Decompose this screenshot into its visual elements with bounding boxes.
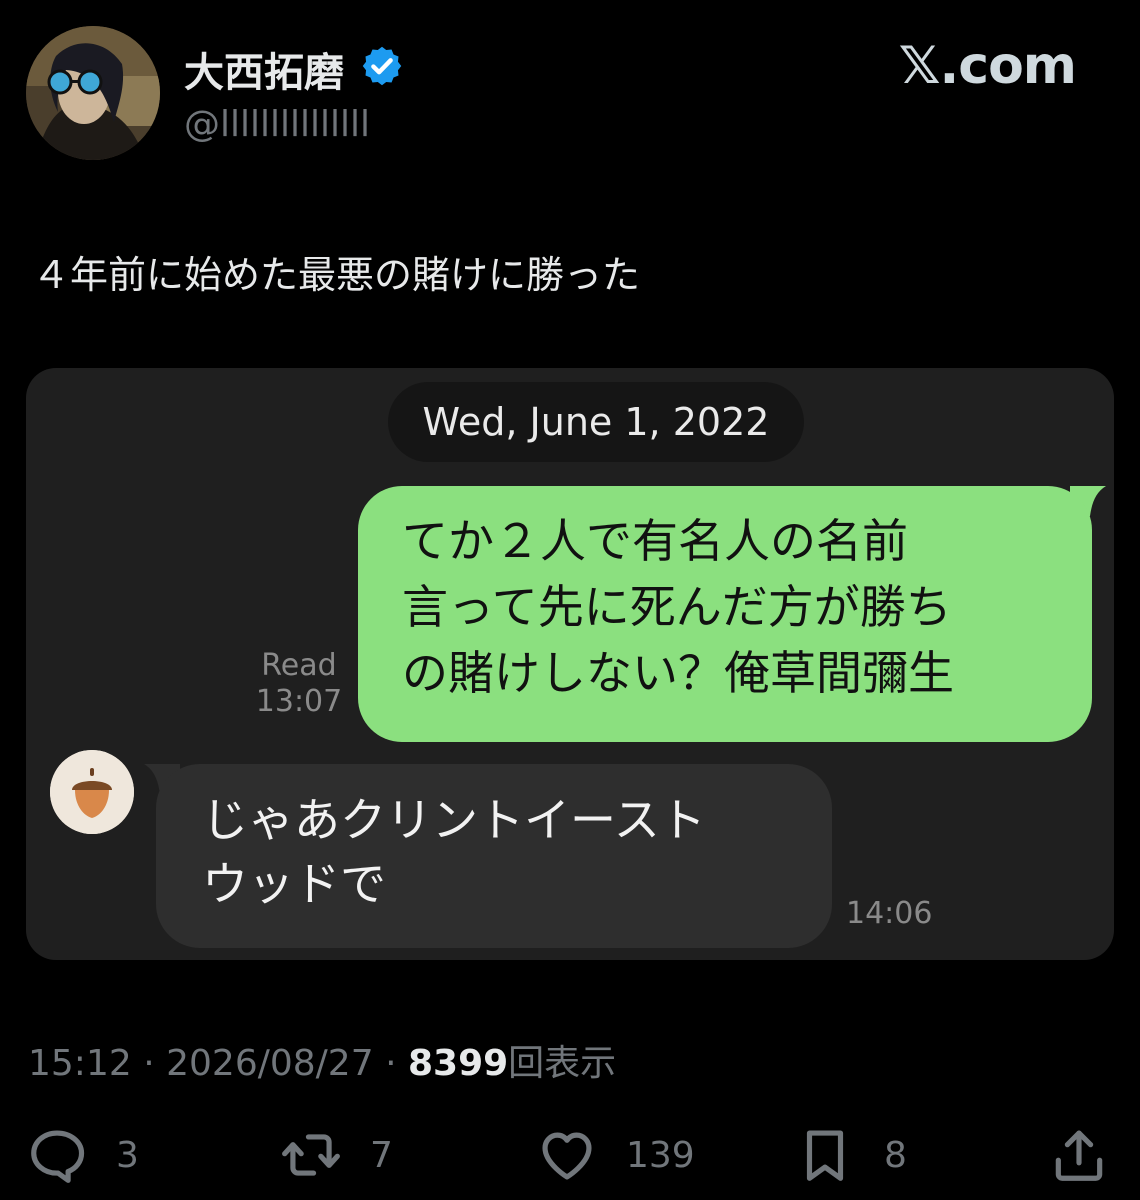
incoming-message-line: じゃあクリントイースト [202, 793, 706, 847]
avatar-photo [26, 26, 160, 160]
contact-avatar [50, 750, 134, 834]
reply-button[interactable]: 3 [26, 1120, 139, 1190]
read-label: Read [261, 648, 337, 683]
acorn-icon [50, 750, 134, 834]
post-time[interactable]: 15:12 [28, 1043, 132, 1084]
post-date[interactable]: 2026/08/27 [166, 1043, 374, 1084]
verified-badge-icon [362, 46, 402, 86]
like-count: 139 [626, 1134, 695, 1176]
chat-screenshot[interactable]: Wed, June 1, 2022 てか２人で有名人の名前 言って先に死んだ方が… [26, 368, 1114, 960]
tweet-meta: 15:12 · 2026/08/27 · 8399回表示 [28, 1034, 616, 1086]
repost-count: 7 [370, 1134, 393, 1176]
views-label: 回表示 [508, 1043, 617, 1084]
reply-icon [31, 1130, 85, 1183]
read-receipt: Read 13:07 [254, 648, 344, 720]
site-logo: 𝕏.com [898, 36, 1077, 96]
tweet-text: ４年前に始めた最悪の賭けに勝った [32, 253, 641, 297]
chat-date-divider: Wed, June 1, 2022 [388, 382, 804, 462]
outgoing-message-line: の賭けしない？俺草間彌生 [402, 646, 954, 700]
bookmark-icon [806, 1130, 844, 1181]
reply-count: 3 [116, 1134, 139, 1176]
meta-separator: · [143, 1043, 155, 1084]
outgoing-message-line: 言って先に死んだ方が勝ち [402, 580, 952, 634]
repost-button[interactable]: 7 [280, 1120, 393, 1190]
outgoing-message-bubble: てか２人で有名人の名前 言って先に死んだ方が勝ち の賭けしない？俺草間彌生 [358, 486, 1092, 742]
display-name[interactable]: 大西拓磨 [184, 40, 344, 98]
bookmark-button[interactable]: 8 [794, 1120, 907, 1190]
share-button[interactable] [1048, 1120, 1110, 1190]
share-icon [1055, 1130, 1103, 1181]
incoming-message-bubble: じゃあクリントイースト ウッドで [156, 764, 832, 948]
bookmark-count: 8 [884, 1134, 907, 1176]
profile-avatar[interactable] [26, 26, 160, 160]
incoming-time: 14:06 [846, 896, 933, 931]
action-bar: 3 7 139 8 [0, 1120, 1140, 1190]
like-icon [542, 1132, 592, 1180]
like-button[interactable]: 139 [536, 1120, 695, 1190]
views-count: 8399 [407, 1043, 509, 1084]
meta-separator: · [385, 1043, 397, 1084]
user-handle[interactable]: @lllllllllllllll [184, 104, 370, 145]
outgoing-message-line: てか２人で有名人の名前 [402, 514, 908, 568]
repost-icon [282, 1134, 340, 1176]
outgoing-time: 13:07 [255, 684, 343, 719]
incoming-message-line: ウッドで [202, 857, 386, 911]
